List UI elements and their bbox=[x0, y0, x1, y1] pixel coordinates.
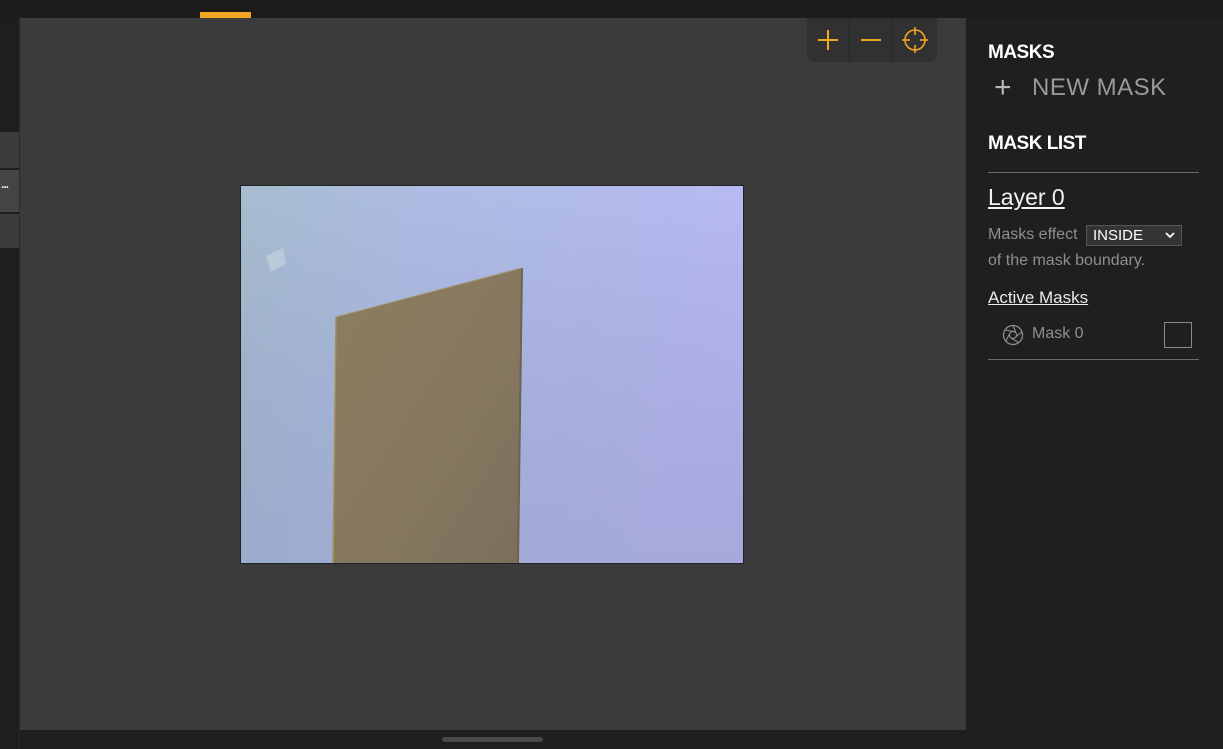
scrollbar-thumb[interactable] bbox=[442, 737, 543, 742]
mask-active-checkbox[interactable] bbox=[1164, 322, 1192, 348]
mask-list-heading: MASK LIST bbox=[988, 133, 1086, 154]
masks-effect-select[interactable]: INSIDE bbox=[1086, 225, 1182, 246]
image-canvas[interactable] bbox=[20, 18, 966, 730]
plus-icon bbox=[818, 30, 838, 50]
left-tab-1[interactable] bbox=[0, 132, 19, 168]
mask-list-item[interactable]: Mask 0 bbox=[988, 317, 1199, 355]
app-window: ... MASKS + NEW MASK MASK LIST Layer 0 M… bbox=[0, 0, 1223, 749]
new-mask-button[interactable]: + NEW MASK bbox=[994, 72, 1167, 104]
camera-image[interactable] bbox=[240, 185, 744, 564]
mask-name: Mask 0 bbox=[1032, 325, 1084, 342]
recenter-button[interactable] bbox=[893, 18, 936, 62]
left-tab-more[interactable]: ... bbox=[0, 170, 19, 212]
minus-icon bbox=[861, 39, 881, 41]
masks-panel: MASKS + NEW MASK MASK LIST Layer 0 Masks… bbox=[966, 18, 1223, 749]
top-bar bbox=[0, 0, 1223, 18]
left-sidebar: ... bbox=[0, 18, 20, 749]
crosshair-icon bbox=[901, 27, 928, 53]
divider bbox=[988, 359, 1199, 360]
horizontal-scrollbar[interactable] bbox=[20, 730, 966, 749]
left-tab-3[interactable] bbox=[0, 214, 19, 248]
new-mask-label: NEW MASK bbox=[1032, 74, 1167, 101]
divider bbox=[988, 172, 1199, 173]
plus-icon: + bbox=[994, 71, 1012, 104]
more-label: ... bbox=[1, 177, 9, 191]
masks-effect-suffix: of the mask boundary. bbox=[988, 252, 1146, 269]
masks-effect-label: Masks effect bbox=[988, 226, 1078, 243]
aperture-icon bbox=[1002, 324, 1024, 346]
zoom-in-button[interactable] bbox=[807, 18, 850, 62]
zoom-out-button[interactable] bbox=[850, 18, 893, 62]
chevron-down-icon bbox=[1165, 232, 1175, 239]
layer-title[interactable]: Layer 0 bbox=[988, 184, 1065, 211]
masks-effect-value: INSIDE bbox=[1093, 227, 1144, 244]
zoom-toolbar bbox=[807, 18, 937, 62]
camera-frame-graphic bbox=[241, 186, 743, 563]
active-masks-link[interactable]: Active Masks bbox=[988, 288, 1088, 308]
masks-heading: MASKS bbox=[988, 42, 1055, 63]
